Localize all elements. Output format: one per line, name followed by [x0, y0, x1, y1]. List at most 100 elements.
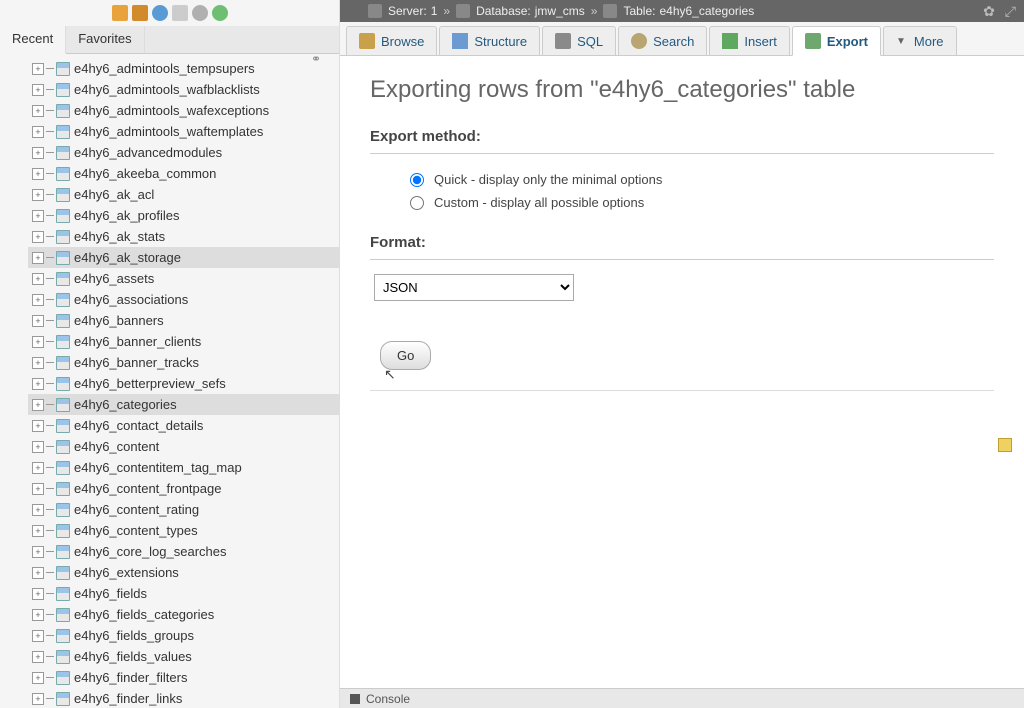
table-row[interactable]: + e4hy6_advancedmodules [28, 142, 339, 163]
expand-icon[interactable]: + [32, 84, 44, 96]
table-label[interactable]: e4hy6_fields_categories [74, 607, 214, 622]
table-label[interactable]: e4hy6_banner_tracks [74, 355, 199, 370]
radio-custom[interactable] [410, 196, 424, 210]
table-label[interactable]: e4hy6_admintools_wafexceptions [74, 103, 269, 118]
table-row[interactable]: + e4hy6_fields_groups [28, 625, 339, 646]
table-label[interactable]: e4hy6_categories [74, 397, 177, 412]
expand-icon[interactable]: + [32, 63, 44, 75]
table-label[interactable]: e4hy6_admintools_wafblacklists [74, 82, 260, 97]
table-row[interactable]: + e4hy6_assets [28, 268, 339, 289]
expand-icon[interactable]: + [32, 315, 44, 327]
breadcrumb-table-value[interactable]: e4hy6_categories [659, 4, 754, 18]
table-label[interactable]: e4hy6_associations [74, 292, 188, 307]
expand-icon[interactable]: + [32, 504, 44, 516]
table-label[interactable]: e4hy6_fields_groups [74, 628, 194, 643]
table-row[interactable]: + e4hy6_fields_categories [28, 604, 339, 625]
table-label[interactable]: e4hy6_betterpreview_sefs [74, 376, 226, 391]
expand-icon[interactable]: + [32, 189, 44, 201]
table-label[interactable]: e4hy6_extensions [74, 565, 179, 580]
expand-icon[interactable]: + [32, 168, 44, 180]
table-label[interactable]: e4hy6_ak_acl [74, 187, 154, 202]
tab-browse[interactable]: Browse [346, 26, 437, 55]
link-icon[interactable]: ⚭ [311, 52, 321, 66]
tab-recent[interactable]: Recent [0, 26, 66, 54]
table-row[interactable]: + e4hy6_associations [28, 289, 339, 310]
table-row[interactable]: + e4hy6_fields_values [28, 646, 339, 667]
table-label[interactable]: e4hy6_advancedmodules [74, 145, 222, 160]
table-row[interactable]: + e4hy6_content_frontpage [28, 478, 339, 499]
format-select[interactable]: JSON [374, 274, 574, 301]
radio-custom-label[interactable]: Custom - display all possible options [434, 195, 644, 210]
console-bar[interactable]: Console [340, 688, 1024, 708]
expand-icon[interactable]: + [32, 399, 44, 411]
expand-icon[interactable]: + [32, 126, 44, 138]
table-label[interactable]: e4hy6_fields_values [74, 649, 192, 664]
table-row[interactable]: +e4hy6_content_types [28, 520, 339, 541]
expand-icon[interactable]: + [32, 441, 44, 453]
exit-icon[interactable]: ⤢ [1005, 3, 1016, 20]
table-label[interactable]: e4hy6_core_log_searches [74, 544, 227, 559]
table-label[interactable]: e4hy6_content [74, 439, 159, 454]
table-row[interactable]: +e4hy6_content_rating [28, 499, 339, 520]
expand-icon[interactable]: + [32, 231, 44, 243]
expand-icon[interactable]: + [32, 273, 44, 285]
table-label[interactable]: e4hy6_fields [74, 586, 147, 601]
table-row[interactable]: + e4hy6_banner_tracks [28, 352, 339, 373]
table-row[interactable]: +e4hy6_extensions [28, 562, 339, 583]
table-row[interactable]: + e4hy6_content [28, 436, 339, 457]
tab-favorites[interactable]: Favorites [66, 26, 144, 53]
expand-icon[interactable]: + [32, 147, 44, 159]
expand-icon[interactable]: + [32, 630, 44, 642]
table-label[interactable]: e4hy6_contact_details [74, 418, 203, 433]
table-row[interactable]: + e4hy6_finder_filters [28, 667, 339, 688]
table-row[interactable]: + e4hy6_fields [28, 583, 339, 604]
table-row[interactable]: + e4hy6_banner_clients [28, 331, 339, 352]
radio-quick-label[interactable]: Quick - display only the minimal options [434, 172, 662, 187]
settings-icon[interactable] [192, 5, 208, 21]
expand-icon[interactable]: + [32, 525, 44, 537]
table-row[interactable]: + e4hy6_admintools_waftemplates [28, 121, 339, 142]
table-label[interactable]: e4hy6_finder_filters [74, 670, 187, 685]
gear-icon[interactable]: ✿ [983, 3, 995, 20]
table-label[interactable]: e4hy6_ak_stats [74, 229, 165, 244]
expand-icon[interactable]: + [32, 609, 44, 621]
table-label[interactable]: e4hy6_admintools_tempsupers [74, 61, 255, 76]
table-label[interactable]: e4hy6_banners [74, 313, 164, 328]
expand-icon[interactable]: + [32, 483, 44, 495]
reload-icon[interactable] [212, 5, 228, 21]
table-row[interactable]: + e4hy6_categories [28, 394, 339, 415]
radio-quick[interactable] [410, 173, 424, 187]
table-row[interactable]: + e4hy6_akeeba_common [28, 163, 339, 184]
expand-icon[interactable]: + [32, 546, 44, 558]
table-row[interactable]: +e4hy6_finder_links [28, 688, 339, 708]
expand-icon[interactable]: + [32, 378, 44, 390]
breadcrumb-db-value[interactable]: jmw_cms [535, 4, 585, 18]
table-label[interactable]: e4hy6_banner_clients [74, 334, 201, 349]
table-row[interactable]: + e4hy6_admintools_tempsupers [28, 58, 339, 79]
expand-icon[interactable]: + [32, 210, 44, 222]
table-label[interactable]: e4hy6_contentitem_tag_map [74, 460, 242, 475]
expand-icon[interactable]: + [32, 105, 44, 117]
expand-icon[interactable]: + [32, 336, 44, 348]
expand-icon[interactable]: + [32, 588, 44, 600]
tab-export[interactable]: Export [792, 26, 881, 56]
table-row[interactable]: + e4hy6_banners [28, 310, 339, 331]
tab-sql[interactable]: SQL [542, 26, 616, 55]
expand-icon[interactable]: + [32, 462, 44, 474]
table-tree[interactable]: + e4hy6_admintools_tempsupers + e4hy6_admin… [0, 54, 339, 708]
expand-icon[interactable]: + [32, 651, 44, 663]
expand-icon[interactable]: + [32, 357, 44, 369]
table-label[interactable]: e4hy6_ak_storage [74, 250, 181, 265]
table-label[interactable]: e4hy6_admintools_waftemplates [74, 124, 263, 139]
breadcrumb-server-value[interactable]: 1 [431, 4, 438, 18]
expand-icon[interactable]: + [32, 672, 44, 684]
table-label[interactable]: e4hy6_akeeba_common [74, 166, 216, 181]
tab-search[interactable]: Search [618, 26, 707, 55]
expand-icon[interactable]: + [32, 693, 44, 705]
logout-icon[interactable] [132, 5, 148, 21]
table-label[interactable]: e4hy6_assets [74, 271, 154, 286]
docs-icon[interactable] [152, 5, 168, 21]
expand-icon[interactable]: + [32, 294, 44, 306]
go-button[interactable]: Go [380, 341, 431, 370]
table-label[interactable]: e4hy6_content_frontpage [74, 481, 221, 496]
